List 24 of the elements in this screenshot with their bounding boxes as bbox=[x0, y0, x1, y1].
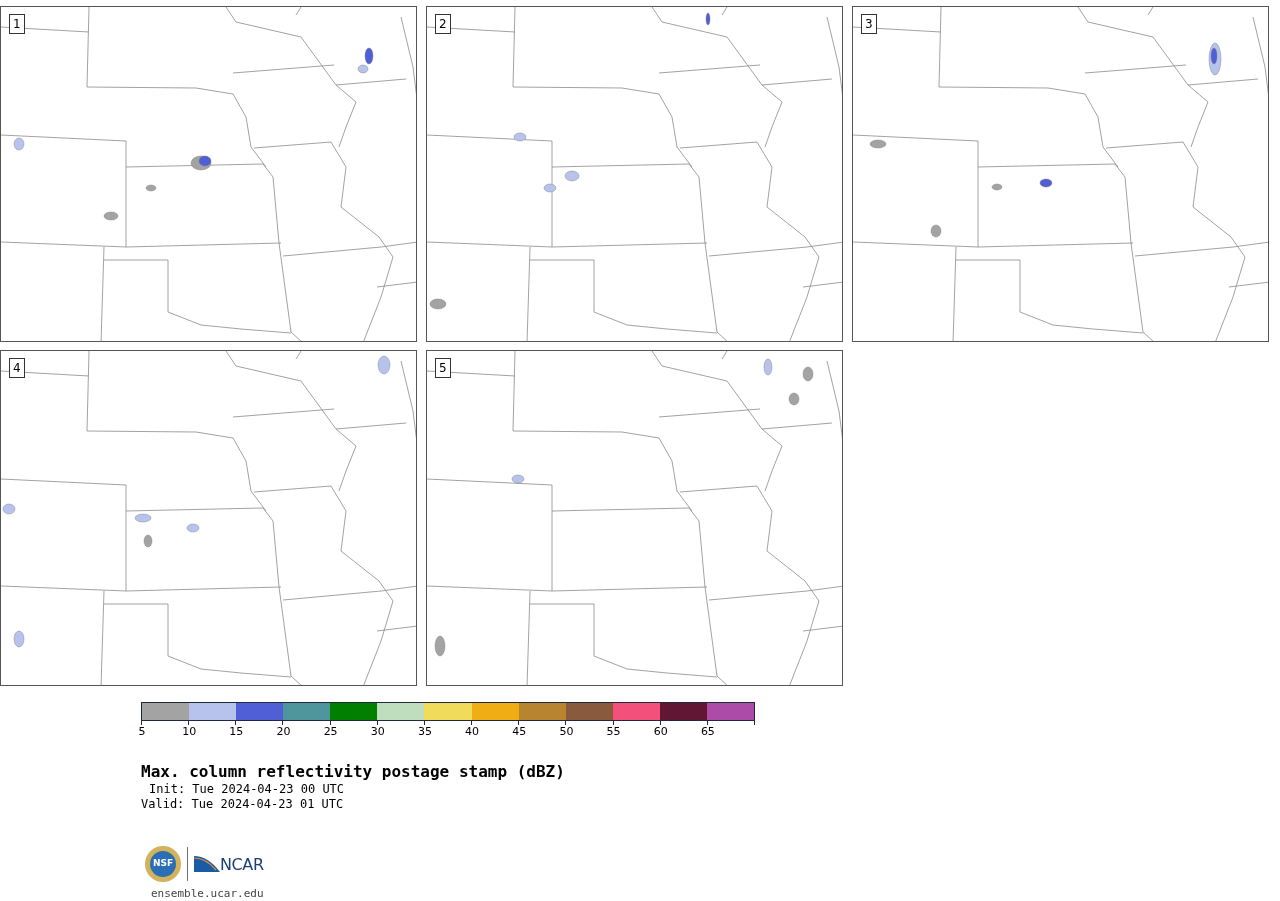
colorbar-tick-label: 15 bbox=[229, 726, 244, 738]
init-time: Init: Tue 2024-04-23 00 UTC bbox=[149, 782, 345, 797]
panel-number: 2 bbox=[435, 14, 451, 34]
colorbar-tick-label: 50 bbox=[559, 726, 574, 738]
colorbar-tick-label: 20 bbox=[276, 726, 291, 738]
colorbar-tick-label: 25 bbox=[323, 726, 338, 738]
colorbar-tick-label: 30 bbox=[370, 726, 385, 738]
colorbar-tick-label: 5 bbox=[138, 726, 146, 738]
nsf-logo: NSF bbox=[145, 846, 181, 882]
colorbar-tick-label: 45 bbox=[512, 726, 527, 738]
colorbar-tick-label: 55 bbox=[606, 726, 621, 738]
panel-number: 3 bbox=[861, 14, 877, 34]
ncar-logo: NCAR bbox=[194, 854, 264, 874]
chart-title: Max. column reflectivity postage stamp (dBZ) bbox=[141, 762, 566, 782]
colorbar-tick-label: 35 bbox=[417, 726, 432, 738]
website-url: ensemble.ucar.edu bbox=[151, 886, 264, 901]
colorbar-tick-label: 65 bbox=[700, 726, 715, 738]
panel-number: 5 bbox=[435, 358, 451, 378]
valid-time: Valid: Tue 2024-04-23 01 UTC bbox=[141, 797, 344, 812]
panel-number: 4 bbox=[9, 358, 25, 378]
colorbar-tick-label: 40 bbox=[465, 726, 480, 738]
colorbar-tick-label: 10 bbox=[182, 726, 197, 738]
panel-number: 1 bbox=[9, 14, 25, 34]
colorbar-tick-label: 60 bbox=[653, 726, 668, 738]
